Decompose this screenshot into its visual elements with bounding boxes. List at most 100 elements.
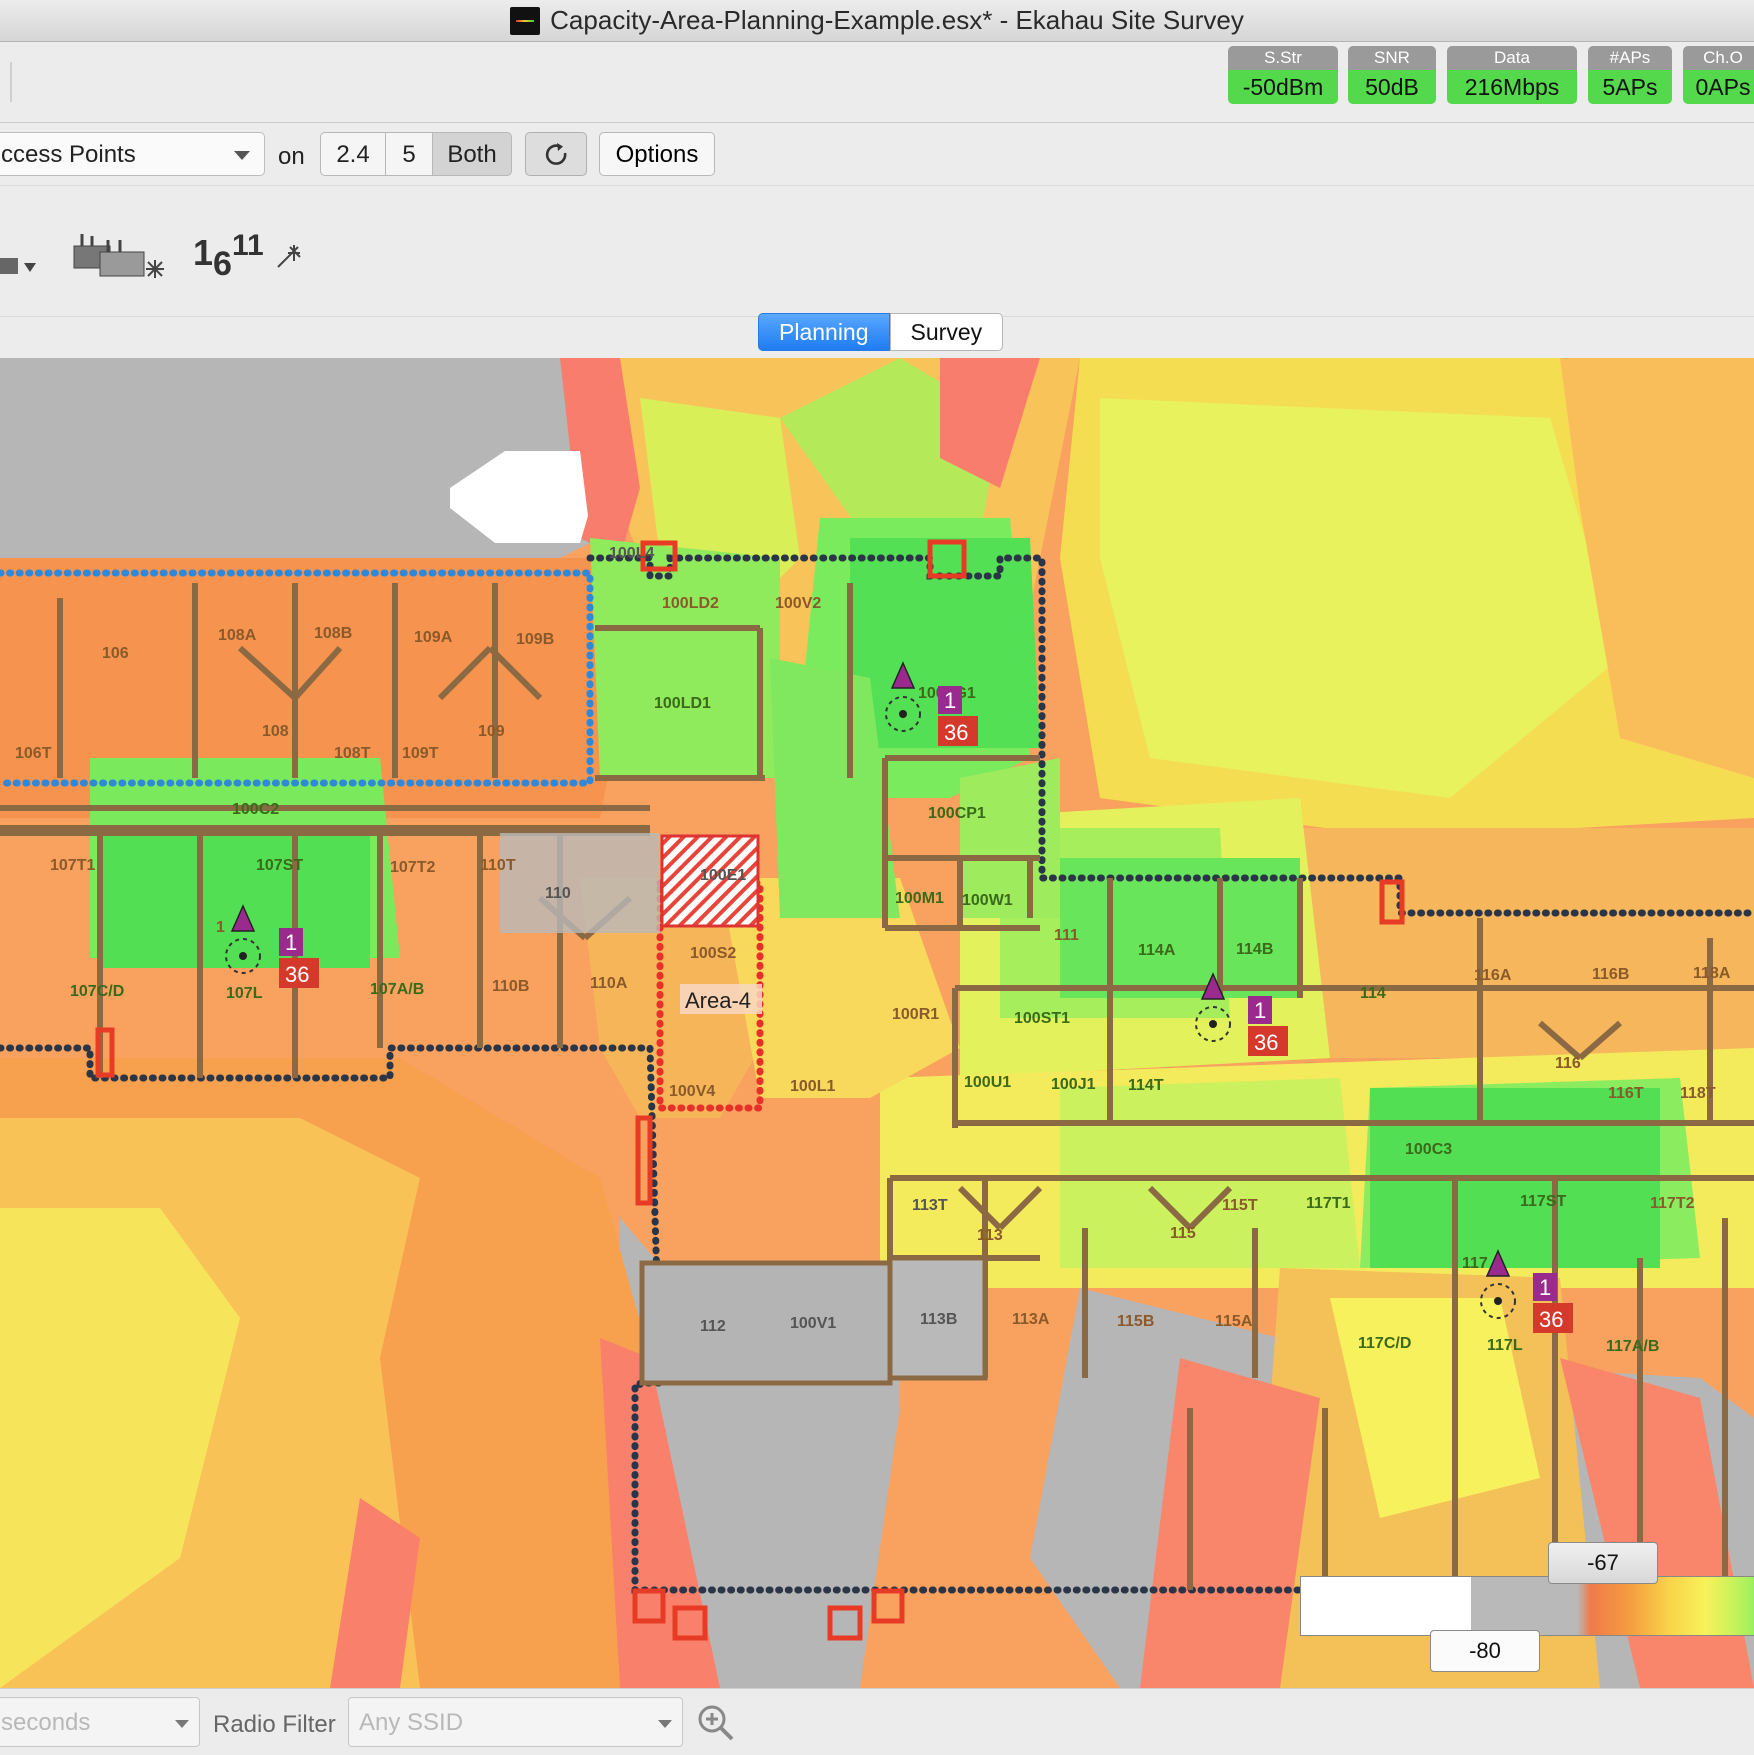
svg-text:117: 117 [1462, 1255, 1488, 1272]
svg-text:114T: 114T [1128, 1077, 1164, 1094]
svg-text:1: 1 [285, 930, 297, 955]
svg-text:118A: 118A [1693, 965, 1731, 982]
svg-text:117ST: 117ST [1520, 1193, 1566, 1210]
svg-text:109: 109 [478, 723, 505, 740]
svg-text:109B: 109B [516, 631, 554, 648]
channel-sub: 6 [213, 245, 232, 283]
legend-upper-threshold[interactable]: -67 [1548, 1542, 1658, 1584]
data-rate-badge[interactable]: Data 216Mbps [1447, 46, 1577, 104]
floor-plan-map[interactable]: 100L4 100LD2 100V2 100LD1 100LG1 100CP1 … [0, 358, 1754, 1688]
signal-strength-badge[interactable]: S.Str -50dBm [1228, 46, 1338, 104]
svg-text:1: 1 [1539, 1275, 1551, 1300]
svg-text:111: 111 [1054, 927, 1079, 944]
visualization-toolbar: ccess Points on 2.4 5 Both Options [0, 123, 1754, 186]
badge-label: SNR [1348, 46, 1436, 70]
channel-text: 1 [193, 232, 214, 273]
svg-text:36: 36 [1539, 1307, 1563, 1332]
svg-text:100S2: 100S2 [690, 945, 736, 962]
svg-text:100J1: 100J1 [1051, 1076, 1096, 1093]
svg-text:108A: 108A [218, 627, 257, 644]
tab-survey[interactable]: Survey [889, 313, 1004, 351]
badge-value: 50dB [1348, 70, 1436, 104]
zoom-in-icon[interactable] [696, 1703, 736, 1743]
svg-text:106T: 106T [15, 745, 52, 762]
badge-value: 5APs [1588, 70, 1672, 104]
badge-label: Data [1447, 46, 1577, 70]
ap-count-badge[interactable]: #APs 5APs [1588, 46, 1672, 104]
badge-value: 0APs [1683, 70, 1754, 104]
svg-text:100R1: 100R1 [892, 1006, 939, 1023]
svg-text:113: 113 [977, 1227, 1003, 1244]
svg-text:116: 116 [1555, 1055, 1581, 1072]
svg-text:114A: 114A [1138, 942, 1176, 959]
svg-text:100C2: 100C2 [232, 801, 279, 818]
tool-dropdown-icon[interactable] [0, 254, 40, 280]
svg-text:100W1: 100W1 [962, 892, 1013, 909]
svg-text:36: 36 [944, 720, 968, 745]
svg-text:107T1: 107T1 [50, 857, 95, 874]
svg-text:115T: 115T [1222, 1197, 1258, 1214]
svg-text:115A: 115A [1215, 1313, 1253, 1330]
svg-text:100LD2: 100LD2 [662, 595, 719, 612]
svg-text:116T: 116T [1608, 1085, 1644, 1102]
svg-text:1: 1 [1254, 998, 1266, 1023]
svg-text:113B: 113B [920, 1311, 957, 1328]
badge-value: 216Mbps [1447, 70, 1577, 104]
svg-text:109A: 109A [414, 629, 453, 646]
svg-text:100U1: 100U1 [964, 1074, 1011, 1091]
svg-text:36: 36 [1254, 1030, 1278, 1055]
band-both-button[interactable]: Both [432, 132, 512, 176]
svg-text:1: 1 [944, 688, 956, 713]
svg-text:110: 110 [545, 885, 571, 902]
chevron-down-icon [234, 151, 250, 160]
bottom-bar: seconds Radio Filter Any SSID [0, 1688, 1754, 1755]
svg-text:108T: 108T [334, 745, 371, 762]
channel-sup: 11 [231, 229, 264, 262]
chevron-down-icon [658, 1720, 672, 1728]
legend-lower-threshold[interactable]: -80 [1430, 1630, 1540, 1672]
refresh-button[interactable] [525, 132, 587, 176]
svg-text:100V1: 100V1 [790, 1315, 836, 1332]
svg-text:100C3: 100C3 [1405, 1141, 1452, 1158]
tab-planning[interactable]: Planning [758, 313, 890, 351]
badge-label: S.Str [1228, 46, 1338, 70]
svg-text:100E1: 100E1 [700, 867, 746, 884]
ssid-filter-select[interactable]: Any SSID [348, 1697, 683, 1747]
svg-text:113A: 113A [1012, 1311, 1050, 1328]
svg-text:116B: 116B [1592, 966, 1629, 983]
svg-text:114B: 114B [1236, 941, 1273, 958]
ssid-filter-value: Any SSID [359, 1709, 464, 1736]
visualization-value: ccess Points [1, 141, 136, 168]
svg-text:114: 114 [1360, 985, 1386, 1002]
refresh-icon [545, 143, 567, 165]
options-button[interactable]: Options [599, 132, 715, 176]
signal-legend[interactable] [1300, 1576, 1754, 1636]
svg-text:100V2: 100V2 [775, 595, 821, 612]
toolbar-separator [10, 62, 12, 102]
window-title: Capacity-Area-Planning-Example.esx* - Ek… [550, 5, 1244, 35]
svg-text:107L: 107L [226, 985, 263, 1002]
snr-badge[interactable]: SNR 50dB [1348, 46, 1436, 104]
svg-text:117T1: 117T1 [1306, 1195, 1351, 1212]
visualization-dropdown[interactable]: ccess Points [0, 132, 265, 176]
heatmap-canvas[interactable]: 100L4 100LD2 100V2 100LD1 100LG1 100CP1 … [0, 358, 1754, 1688]
svg-text:112: 112 [700, 1318, 726, 1335]
badge-label: #APs [1588, 46, 1672, 70]
auto-place-aps-icon[interactable] [70, 232, 170, 282]
svg-text:36: 36 [285, 962, 309, 987]
svg-text:100V4: 100V4 [669, 1083, 715, 1100]
auto-channel-tool[interactable]: 1611 [193, 229, 304, 283]
band-5-button[interactable]: 5 [385, 132, 433, 176]
svg-text:110A: 110A [590, 975, 628, 992]
badge-label: Ch.O [1683, 46, 1754, 70]
chevron-down-icon [175, 1720, 189, 1728]
title-bar: Capacity-Area-Planning-Example.esx* - Ek… [0, 0, 1754, 42]
on-label: on [278, 143, 305, 170]
svg-text:117C/D: 117C/D [1358, 1335, 1411, 1352]
time-select[interactable]: seconds [0, 1697, 200, 1747]
svg-text:113T: 113T [912, 1197, 948, 1214]
band-2-4-button[interactable]: 2.4 [320, 132, 386, 176]
svg-text:100M1: 100M1 [895, 890, 944, 907]
channel-overlap-badge[interactable]: Ch.O 0APs [1683, 46, 1754, 104]
area-4-label[interactable]: Area-4 [685, 988, 751, 1013]
